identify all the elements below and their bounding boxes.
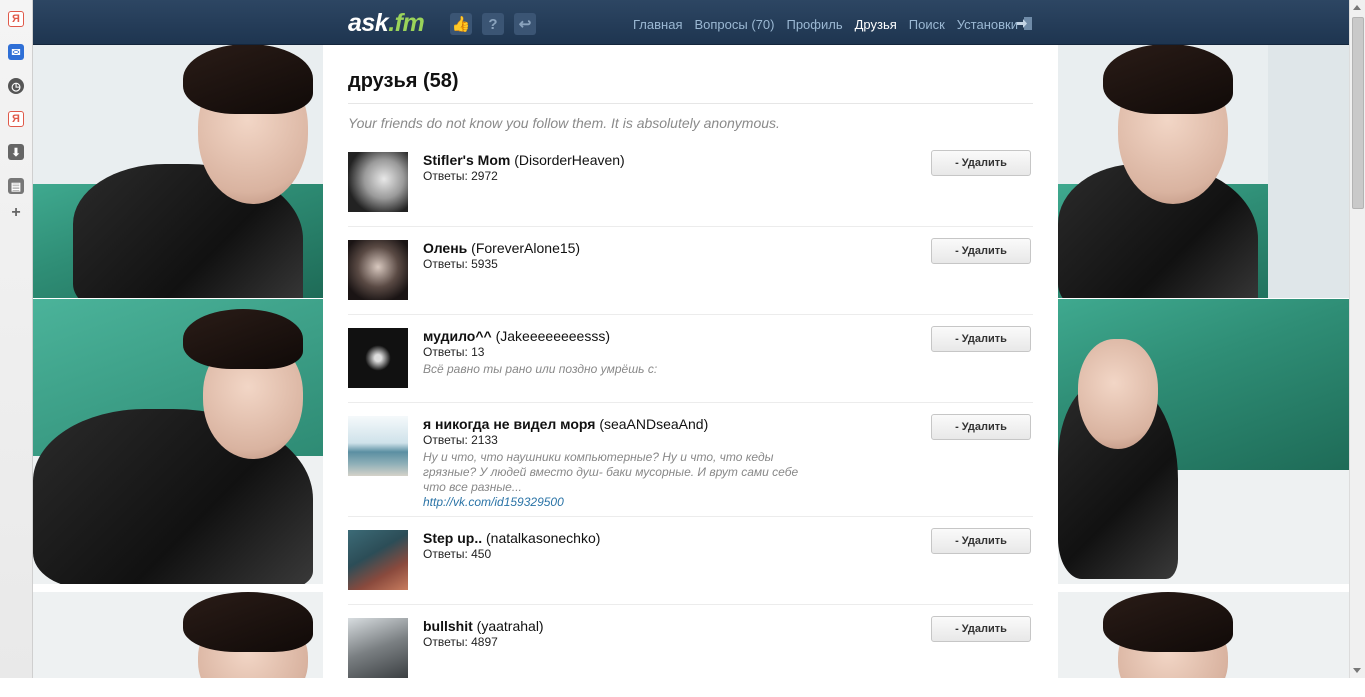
scroll-up-icon[interactable] [1353,5,1361,10]
friend-info: bullshit (yaatrahal) Ответы: 4897 [423,618,823,650]
friend-info: Stifler's Mom (DisorderHeaven) Ответы: 29… [423,152,823,184]
friend-name-line: я никогда не видел моря (seaANDseaAnd) [423,416,823,433]
yandex-icon[interactable]: Я [8,11,24,27]
nav-item[interactable]: Поиск [909,17,945,32]
browser-sidebar: Я ✉ ◷ Я ⬇ ▤ + [0,0,33,678]
friend-answers-count: Ответы: 4897 [423,635,498,649]
note-icon[interactable]: ▤ [8,178,24,194]
clock-icon[interactable]: ◷ [8,78,24,94]
background-photo [1058,299,1350,584]
scrollbar[interactable] [1349,0,1365,678]
friend-avatar[interactable] [348,152,408,212]
friend-name-line: bullshit (yaatrahal) [423,618,823,635]
like-icon[interactable]: 👍 [450,13,472,35]
background-photo [1058,44,1350,298]
nav-item[interactable]: Друзья [855,17,897,32]
friend-bio: Всё равно ты рано или поздно умрёшь с: [423,362,658,376]
friend-name-line: Олень (ForeverAlone15) [423,240,823,257]
scroll-down-icon[interactable] [1353,668,1361,673]
friend-avatar[interactable] [348,328,408,388]
friend-info: я никогда не видел моря (seaANDseaAnd) От… [423,416,823,510]
friend-answers-count: Ответы: 13 [423,345,485,359]
friend-name[interactable]: мудило^^ [423,328,492,344]
friend-name[interactable]: Stifler's Mom [423,152,510,168]
reply-icon[interactable]: ↩ [514,13,536,35]
delete-friend-button[interactable]: - Удалить [931,238,1031,264]
askfm-logo[interactable]: ask.fm [348,9,425,38]
friend-avatar[interactable] [348,530,408,590]
friend-avatar[interactable] [348,416,408,476]
row-divider [348,314,1033,315]
friend-name[interactable]: Step up.. [423,530,482,546]
friend-name[interactable]: bullshit [423,618,473,634]
friend-answers-count: Ответы: 450 [423,547,492,561]
friend-name-line: Stifler's Mom (DisorderHeaven) [423,152,823,169]
row-divider [348,516,1033,517]
background-photo [1058,592,1350,678]
friend-username[interactable]: (yaatrahal) [477,618,544,634]
friend-username[interactable]: (seaANDseaAnd) [599,416,708,432]
friend-avatar[interactable] [348,618,408,678]
plus-icon[interactable]: + [8,204,24,221]
row-divider [348,402,1033,403]
pocket-icon[interactable]: ⬇ [8,144,24,160]
friend-username[interactable]: (natalkasonechko) [486,530,600,546]
delete-friend-button[interactable]: - Удалить [931,414,1031,440]
delete-friend-button[interactable]: - Удалить [931,150,1031,176]
anonymous-notice: Your friends do not know you follow them… [348,115,780,131]
scroll-thumb[interactable] [1352,17,1364,209]
background-photo [33,44,323,298]
row-divider [348,604,1033,605]
page-title: друзья (58) [348,70,459,92]
delete-friend-button[interactable]: - Удалить [931,326,1031,352]
friend-info: Олень (ForeverAlone15) Ответы: 5935 [423,240,823,272]
friend-name[interactable]: я никогда не видел моря [423,416,595,432]
friend-username[interactable]: (ForeverAlone15) [471,240,580,256]
friend-name-line: мудило^^ (Jakeeeeeeeesss) [423,328,823,345]
nav-item[interactable]: Установки [957,17,1018,32]
delete-friend-button[interactable]: - Удалить [931,616,1031,642]
nav-item[interactable]: Профиль [786,17,842,32]
divider [348,103,1033,104]
friend-answers-count: Ответы: 2133 [423,433,498,447]
friend-username[interactable]: (DisorderHeaven) [514,152,624,168]
nav-item[interactable]: Вопросы (70) [694,17,774,32]
delete-friend-button[interactable]: - Удалить [931,528,1031,554]
row-divider [348,226,1033,227]
background-photo [33,592,323,678]
friend-username[interactable]: (Jakeeeeeeeesss) [496,328,610,344]
friend-link[interactable]: http://vk.com/id159329500 [423,495,823,510]
friend-answers-count: Ответы: 5935 [423,257,498,271]
friend-answers-count: Ответы: 2972 [423,169,498,183]
mail-icon[interactable]: ✉ [8,44,24,60]
background-photo [33,299,323,584]
friend-info: Step up.. (natalkasonechko) Ответы: 450 [423,530,823,562]
nav-item[interactable]: Главная [633,17,682,32]
friend-name-line: Step up.. (natalkasonechko) [423,530,823,547]
main-menu: Главная Вопросы (70) Профиль Друзья Поиск Уст… [633,17,1018,32]
question-icon[interactable]: ? [482,13,504,35]
friend-avatar[interactable] [348,240,408,300]
friend-name[interactable]: Олень [423,240,467,256]
yandex-icon[interactable]: Я [8,111,24,127]
friends-panel: друзья (58) Your friends do not know you… [323,57,1058,697]
top-navigation-bar: ask.fm 👍 ? ↩ Главная Вопросы (70) Профиль Д… [33,0,1350,45]
friend-bio: Ну и что, что наушники компьютерные? Ну … [423,450,799,494]
friend-info: мудило^^ (Jakeeeeeeeesss) Ответы: 13 Всё р… [423,328,823,377]
logout-icon[interactable] [1017,17,1032,30]
